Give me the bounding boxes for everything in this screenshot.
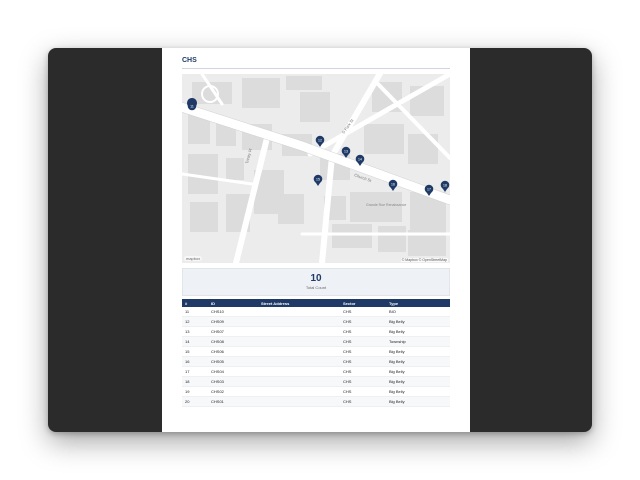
cell-type: Big Belly (386, 366, 450, 377)
cell-id: CHS08 (208, 336, 258, 347)
cell-type: Big Belly (386, 346, 450, 357)
cell-address (258, 307, 340, 317)
cell-type: Big Belly (386, 376, 450, 387)
table-row: 16 CHS05 CHS Big Belly (182, 356, 450, 367)
total-count-label: Total Count (305, 285, 327, 290)
cell-address (258, 366, 340, 377)
cell-address (258, 376, 340, 387)
cell-number: 20 (182, 396, 208, 407)
cell-type: BIO (386, 307, 450, 317)
cell-address (258, 326, 340, 337)
map-view[interactable]: Church St S Park St Trinity Pl Grande Ru… (182, 74, 450, 263)
marker-label: 18 (443, 184, 447, 188)
cell-id: CHS03 (208, 376, 258, 387)
page-title: CHS (182, 57, 197, 64)
table-row: 14 CHS08 CHS Township (182, 336, 450, 347)
cell-address (258, 346, 340, 357)
cell-id: CHS07 (208, 326, 258, 337)
cell-sector: CHS (340, 386, 386, 397)
area-label: Grande Rue Renaissance (366, 203, 406, 207)
cell-number: 12 (182, 316, 208, 327)
cell-sector: CHS (340, 307, 386, 317)
total-count-value: 10 (310, 273, 322, 284)
cell-id: CHS02 (208, 386, 258, 397)
column-header-sector: Sector (340, 299, 386, 307)
marker-label: 17 (427, 188, 431, 192)
cell-number: 13 (182, 326, 208, 337)
cell-number: 17 (182, 366, 208, 377)
cell-address (258, 396, 340, 407)
map-canvas[interactable]: Church St S Park St Trinity Pl Grande Ru… (182, 74, 450, 263)
street-label-trinity: Trinity Pl (244, 148, 253, 164)
cell-address (258, 316, 340, 327)
cell-number: 15 (182, 346, 208, 357)
cell-number: 19 (182, 386, 208, 397)
app-window: CHS Church St S Park St Trinity Pl Grand… (48, 48, 592, 432)
cell-sector: CHS (340, 336, 386, 347)
cell-address (258, 386, 340, 397)
table-row: 15 CHS06 CHS Big Belly (182, 346, 450, 357)
cell-sector: CHS (340, 396, 386, 407)
table-row: 20 CHS01 CHS Big Belly (182, 396, 450, 407)
map-marker[interactable]: 18 (440, 180, 450, 192)
table-row: 13 CHS07 CHS Big Belly (182, 326, 450, 337)
column-header-street-address: Street Address (258, 299, 340, 307)
cell-type: Big Belly (386, 316, 450, 327)
table-row: 19 CHS02 CHS Big Belly (182, 386, 450, 397)
total-count-card: 10 Total Count (182, 268, 450, 296)
cell-type: Big Belly (386, 386, 450, 397)
title-divider (182, 68, 450, 69)
map-attribution[interactable]: © Mapbox © OpenStreetMap (400, 258, 448, 262)
cell-address (258, 336, 340, 347)
column-header-id: ID (208, 299, 258, 307)
table-header-row: # ID Street Address Sector Type (182, 299, 450, 307)
cell-sector: CHS (340, 376, 386, 387)
cell-sector: CHS (340, 346, 386, 357)
map-marker[interactable]: 16 (388, 179, 398, 191)
map-buildings (188, 76, 446, 256)
cell-number: 16 (182, 356, 208, 367)
table-row: 17 CHS04 CHS Big Belly (182, 366, 450, 377)
locations-table: # ID Street Address Sector Type 11 CHS10 C… (182, 299, 450, 407)
mapbox-logo[interactable]: mapbox (184, 256, 203, 261)
cell-address (258, 356, 340, 367)
cell-sector: CHS (340, 366, 386, 377)
column-header-number: # (182, 299, 208, 307)
cell-id: CHS06 (208, 346, 258, 357)
map-marker[interactable]: 15 (313, 174, 323, 186)
marker-label: 15 (316, 178, 320, 182)
cell-type: Township (386, 336, 450, 347)
cell-type: Big Belly (386, 326, 450, 337)
cell-sector: CHS (340, 316, 386, 327)
cell-number: 18 (182, 376, 208, 387)
cell-id: CHS10 (208, 307, 258, 317)
marker-label: 11 (190, 105, 194, 109)
cell-type: Big Belly (386, 396, 450, 407)
cell-id: CHS04 (208, 366, 258, 377)
table-row: 11 CHS10 CHS BIO (182, 307, 450, 317)
cell-number: 11 (182, 307, 208, 317)
report-page: CHS Church St S Park St Trinity Pl Grand… (162, 48, 470, 432)
marker-label: 13 (344, 150, 348, 154)
column-header-type: Type (386, 299, 450, 307)
cell-id: CHS05 (208, 356, 258, 367)
marker-label: 16 (391, 183, 395, 187)
cell-number: 14 (182, 336, 208, 347)
marker-label: 14 (358, 158, 362, 162)
cell-sector: CHS (340, 326, 386, 337)
cell-id: CHS01 (208, 396, 258, 407)
table-row: 12 CHS09 CHS Big Belly (182, 316, 450, 327)
marker-label: 12 (318, 139, 322, 143)
cell-id: CHS09 (208, 316, 258, 327)
cell-sector: CHS (340, 356, 386, 367)
table-row: 18 CHS03 CHS Big Belly (182, 376, 450, 387)
cell-type: Big Belly (386, 356, 450, 367)
